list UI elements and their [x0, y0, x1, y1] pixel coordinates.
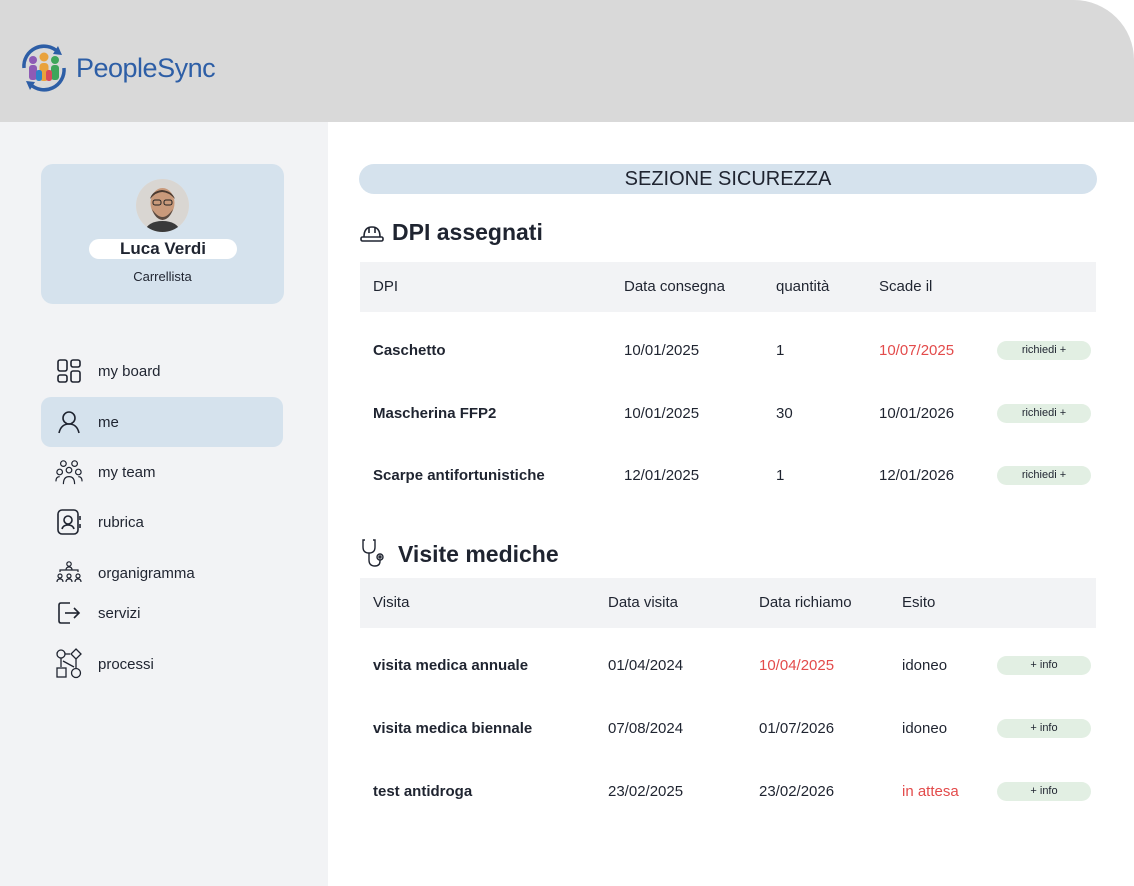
contacts-icon — [55, 508, 83, 536]
dpi-expires: 10/01/2026 — [879, 405, 955, 422]
app-logo[interactable]: PeopleSync — [16, 40, 216, 96]
nav-item-processi[interactable]: processi — [41, 642, 283, 686]
visits-header-recall: Data richiamo — [759, 594, 852, 611]
team-icon — [55, 458, 83, 486]
nav-item-my-team[interactable]: my team — [41, 450, 283, 494]
nav-item-me[interactable]: me — [41, 397, 283, 447]
dpi-header-dpi: DPI — [373, 278, 399, 295]
nav-label-me: me — [98, 413, 119, 431]
info-button[interactable]: + info — [997, 656, 1091, 675]
dpi-qty: 30 — [776, 405, 793, 422]
app-name: PeopleSync — [76, 52, 216, 83]
nav-item-my-board[interactable]: my board — [41, 349, 283, 393]
profile-role: Carrellista — [133, 269, 192, 284]
dpi-delivered: 10/01/2025 — [624, 342, 700, 359]
org-chart-icon — [55, 559, 83, 587]
visits-header-visit: Visita — [373, 594, 410, 611]
dpi-name: Scarpe antifortunistiche — [373, 467, 545, 484]
visit-outcome: idoneo — [902, 657, 948, 674]
nav-label-my-team: my team — [98, 463, 156, 481]
nav-item-organigramma[interactable]: organigramma — [41, 551, 283, 595]
visit-name: visita medica annuale — [373, 657, 529, 674]
visit-date: 01/04/2024 — [608, 657, 684, 674]
table-row: Mascherina FFP2 10/01/2025 30 10/01/2026… — [360, 389, 1096, 439]
visits-table-header: Visita Data visita Data richiamo Esito — [360, 578, 1096, 628]
nav-label-servizi: servizi — [98, 604, 141, 622]
info-button[interactable]: + info — [997, 719, 1091, 738]
table-row: test antidroga 23/02/2025 23/02/2026 in … — [360, 767, 1096, 817]
request-button[interactable]: richiedi + — [997, 466, 1091, 485]
sidebar: Luca Verdi Carrellista my board me my te… — [0, 122, 328, 886]
helmet-icon — [360, 225, 384, 242]
user-icon — [55, 408, 83, 436]
dpi-expires: 12/01/2026 — [879, 467, 955, 484]
avatar — [136, 179, 189, 232]
dpi-name: Mascherina FFP2 — [373, 405, 497, 422]
profile-card[interactable]: Luca Verdi Carrellista — [41, 164, 284, 304]
info-button[interactable]: + info — [997, 782, 1091, 801]
dpi-table-header: DPI Data consegna quantità Scade il — [360, 262, 1096, 312]
request-button[interactable]: richiedi + — [997, 404, 1091, 423]
visit-recall: 23/02/2026 — [759, 783, 835, 800]
peoplesync-logo-icon — [22, 44, 66, 92]
visit-date: 23/02/2025 — [608, 783, 684, 800]
nav-item-servizi[interactable]: servizi — [41, 591, 283, 635]
main-content: SEZIONE SICUREZZA DPI assegnati DPI Data… — [328, 122, 1134, 886]
process-icon — [55, 648, 83, 679]
visits-header-outcome: Esito — [902, 594, 936, 611]
table-row: visita medica annuale 01/04/2024 10/04/2… — [360, 641, 1096, 691]
visit-outcome: idoneo — [902, 720, 948, 737]
dpi-header-expires: Scade il — [879, 278, 933, 295]
visits-header-date: Data visita — [608, 594, 679, 611]
stethoscope-icon — [362, 539, 384, 567]
nav-label-my-board: my board — [98, 362, 161, 380]
dpi-name: Caschetto — [373, 342, 446, 359]
profile-name: Luca Verdi — [89, 239, 237, 259]
nav-label-rubrica: rubrica — [98, 513, 144, 531]
dpi-qty: 1 — [776, 342, 785, 359]
dpi-delivered: 10/01/2025 — [624, 405, 700, 422]
nav-item-rubrica[interactable]: rubrica — [41, 500, 283, 544]
top-bar: PeopleSync — [0, 0, 1134, 122]
dpi-title-text: DPI assegnati — [392, 219, 543, 245]
section-title: SEZIONE SICUREZZA — [359, 164, 1097, 194]
dashboard-icon — [55, 357, 83, 385]
visit-recall: 01/07/2026 — [759, 720, 835, 737]
visit-name: visita medica biennale — [373, 720, 533, 737]
table-row: Scarpe antifortunistiche 12/01/2025 1 12… — [360, 451, 1096, 501]
exit-icon — [55, 599, 83, 627]
visit-outcome: in attesa — [902, 783, 959, 800]
dpi-header-delivered: Data consegna — [624, 278, 725, 295]
dpi-header-qty: quantità — [776, 278, 830, 295]
nav-label-organigramma: organigramma — [98, 564, 195, 582]
visit-name: test antidroga — [373, 783, 473, 800]
dpi-qty: 1 — [776, 467, 785, 484]
nav-label-processi: processi — [98, 655, 154, 673]
visit-date: 07/08/2024 — [608, 720, 684, 737]
table-row: Caschetto 10/01/2025 1 10/07/2025 richie… — [360, 326, 1096, 376]
dpi-delivered: 12/01/2025 — [624, 467, 700, 484]
visits-section-title: Visite mediche — [360, 538, 559, 570]
request-button[interactable]: richiedi + — [997, 341, 1091, 360]
visits-title-text: Visite mediche — [398, 540, 559, 567]
table-row: visita medica biennale 07/08/2024 01/07/… — [360, 704, 1096, 754]
avatar-photo-icon — [136, 179, 189, 232]
visit-recall: 10/04/2025 — [759, 657, 835, 674]
dpi-expires: 10/07/2025 — [879, 342, 955, 359]
dpi-section-title: DPI assegnati — [360, 219, 543, 246]
